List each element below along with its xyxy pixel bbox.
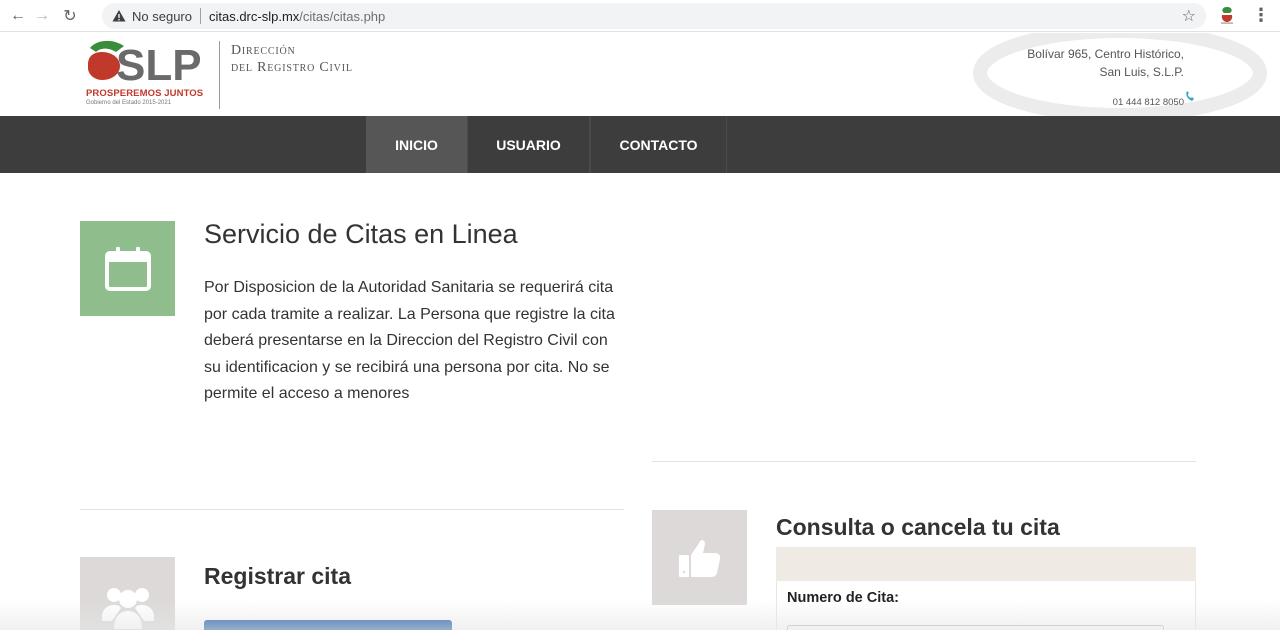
consulta-title: Consulta o cancela tu cita xyxy=(776,514,1060,540)
logo-text: SLP xyxy=(116,41,202,88)
browser-toolbar: ← → ↻ No seguro citas.drc-slp.mx/citas/c… xyxy=(0,0,1280,32)
slp-logo[interactable]: SLP PROSPEREMOS JUNTOS Gobierno del Esta… xyxy=(86,38,216,114)
header-divider xyxy=(219,41,220,109)
calendar-tile xyxy=(80,221,175,316)
nav-contacto[interactable]: CONTACTO xyxy=(590,116,727,173)
divider-right xyxy=(652,461,1196,462)
consulta-panel-header xyxy=(776,547,1196,581)
logo-subtitle: Gobierno del Estado 2015-2021 xyxy=(86,100,172,106)
forward-icon[interactable]: → xyxy=(30,4,54,28)
consulta-tile xyxy=(652,510,747,605)
registrar-cita-button[interactable] xyxy=(204,620,452,630)
warning-icon xyxy=(112,10,126,22)
star-icon[interactable]: ☆ xyxy=(1182,6,1196,26)
address-bar[interactable]: No seguro citas.drc-slp.mx/citas/citas.p… xyxy=(102,3,1206,29)
back-icon[interactable]: ← xyxy=(6,4,30,28)
numero-cita-input[interactable] xyxy=(787,625,1164,630)
department-line-2: del Registro Civil xyxy=(231,60,353,75)
insecure-label: No seguro xyxy=(132,8,192,24)
registrar-tile xyxy=(80,557,175,630)
department-line-1: Dirección xyxy=(231,43,296,58)
omnibox-divider xyxy=(199,8,201,24)
divider-left xyxy=(80,509,624,510)
phone-icon xyxy=(1186,91,1194,101)
nav-usuario[interactable]: USUARIO xyxy=(468,116,590,173)
reload-icon[interactable]: ↻ xyxy=(58,4,82,28)
address-line-2: San Luis, S.L.P. xyxy=(1099,65,1184,79)
thumbs-up-icon xyxy=(678,539,720,577)
numero-cita-label: Numero de Cita: xyxy=(787,590,899,606)
address-line-1: Bolívar 965, Centro Histórico, xyxy=(1027,47,1184,61)
registrar-title: Registrar cita xyxy=(204,563,352,589)
extension-icon[interactable] xyxy=(1218,5,1236,25)
url-host: citas.drc-slp.mx xyxy=(208,8,300,24)
main-navbar: INICIO USUARIO CONTACTO xyxy=(0,116,1280,173)
phone-number: 01 444 812 8050 xyxy=(1112,97,1184,108)
kebab-menu-icon[interactable]: ⋮ xyxy=(1252,6,1270,26)
calendar-icon xyxy=(104,246,151,291)
url-path: /citas/citas.php xyxy=(299,8,386,24)
service-title: Servicio de Citas en Linea xyxy=(204,219,518,249)
logo-tagline: PROSPEREMOS JUNTOS xyxy=(86,88,204,99)
service-description: Por Disposicion de la Autoridad Sanitari… xyxy=(204,279,615,402)
users-icon xyxy=(101,587,154,629)
nav-inicio[interactable]: INICIO xyxy=(366,116,468,173)
site-header: SLP PROSPEREMOS JUNTOS Gobierno del Esta… xyxy=(0,33,1280,116)
